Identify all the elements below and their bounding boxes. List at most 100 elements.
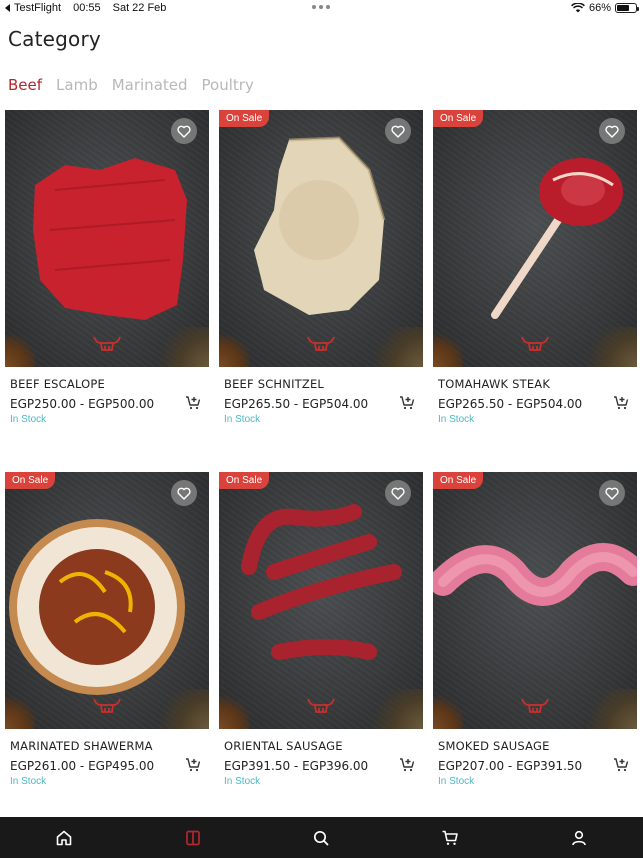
add-to-cart-button[interactable] [399, 395, 415, 411]
brand-bull-logo-icon [521, 336, 549, 351]
status-time: 00:55 [73, 2, 101, 14]
product-image[interactable] [5, 110, 209, 367]
product-name[interactable]: ORIENTAL SAUSAGE [224, 739, 343, 753]
add-to-cart-icon [400, 758, 415, 772]
search-icon [314, 830, 329, 845]
stock-status: In Stock [438, 414, 475, 425]
favorite-button[interactable] [171, 480, 197, 506]
product-name[interactable]: MARINATED SHAWERMA [10, 739, 153, 753]
product-price: EGP207.00 - EGP391.50 [438, 759, 583, 773]
on-sale-badge: On Sale [219, 472, 270, 489]
add-to-cart-button[interactable] [185, 757, 201, 773]
brand-bull-logo-icon [307, 336, 335, 351]
product-price: EGP391.50 - EGP396.00 [224, 759, 369, 773]
product-image[interactable] [219, 110, 423, 367]
decor-herb [433, 689, 463, 729]
product-name[interactable]: TOMAHAWK STEAK [438, 377, 550, 391]
product-card[interactable]: On Sale MARINATED SHAWERMA EGP261.00 - EGP… [5, 472, 209, 792]
product-image[interactable] [5, 472, 209, 729]
status-date: Sat 22 Feb [112, 2, 167, 14]
brand-bull-logo-icon [93, 336, 121, 351]
decor-herb [5, 689, 35, 729]
on-sale-badge: On Sale [219, 110, 270, 127]
nav-home[interactable] [44, 823, 84, 853]
product-image[interactable] [219, 472, 423, 729]
heart-icon [177, 487, 191, 500]
brand-bull-logo-icon [93, 698, 121, 713]
decor-herb [149, 327, 209, 367]
home-icon [56, 830, 72, 845]
nav-search[interactable] [301, 823, 341, 853]
add-to-cart-icon [186, 396, 201, 410]
decor-herb [363, 327, 423, 367]
tab-marinated[interactable]: Marinated [112, 76, 188, 94]
product-name[interactable]: SMOKED SAUSAGE [438, 739, 550, 753]
tab-beef[interactable]: Beef [8, 76, 42, 94]
favorite-button[interactable] [171, 118, 197, 144]
category-tabs: Beef Lamb Marinated Poultry [8, 76, 268, 94]
heart-icon [391, 125, 405, 138]
tab-poultry[interactable]: Poultry [202, 76, 254, 94]
product-card[interactable]: BEEF ESCALOPE EGP250.00 - EGP500.00 In Sto… [5, 110, 209, 430]
brand-bull-logo-icon [521, 698, 549, 713]
add-to-cart-button[interactable] [399, 757, 415, 773]
decor-herb [577, 689, 637, 729]
decor-herb [577, 327, 637, 367]
bottom-nav [0, 817, 643, 858]
favorite-button[interactable] [599, 118, 625, 144]
product-price: EGP265.50 - EGP504.00 [438, 397, 583, 411]
add-to-cart-icon [186, 758, 201, 772]
decor-herb [149, 689, 209, 729]
stock-status: In Stock [224, 776, 261, 787]
status-left: TestFlight 00:55 Sat 22 Feb [5, 2, 166, 14]
back-app-label: TestFlight [14, 2, 62, 14]
back-arrow-icon [5, 4, 10, 12]
product-card[interactable]: On Sale ORIENTAL SAUSAGE EGP391.50 - EGP39… [219, 472, 423, 792]
product-name[interactable]: BEEF SCHNITZEL [224, 377, 324, 391]
on-sale-badge: On Sale [433, 472, 484, 489]
add-to-cart-button[interactable] [613, 395, 629, 411]
on-sale-badge: On Sale [433, 110, 484, 127]
add-to-cart-icon [614, 758, 629, 772]
nav-account[interactable] [559, 823, 599, 853]
product-image[interactable] [433, 472, 637, 729]
stock-status: In Stock [224, 414, 261, 425]
stock-status: In Stock [438, 776, 475, 787]
add-to-cart-icon [400, 396, 415, 410]
add-to-cart-button[interactable] [185, 395, 201, 411]
product-name[interactable]: BEEF ESCALOPE [10, 377, 105, 391]
product-card[interactable]: On Sale SMOKED SAUSAGE EGP207.00 - EGP391.… [433, 472, 637, 792]
stock-status: In Stock [10, 776, 47, 787]
favorite-button[interactable] [599, 480, 625, 506]
tab-lamb[interactable]: Lamb [56, 76, 98, 94]
on-sale-badge: On Sale [5, 472, 56, 489]
stock-status: In Stock [10, 414, 47, 425]
add-to-cart-button[interactable] [613, 757, 629, 773]
wifi-icon [571, 3, 585, 13]
decor-herb [219, 689, 249, 729]
multitasking-dots-icon[interactable] [312, 5, 330, 9]
categories-icon [186, 830, 200, 845]
product-image[interactable] [433, 110, 637, 367]
product-card[interactable]: On Sale TOMAHAWK STEAK EGP265.50 - EGP504.… [433, 110, 637, 430]
cart-icon [442, 830, 458, 845]
product-price: EGP261.00 - EGP495.00 [10, 759, 155, 773]
product-price: EGP265.50 - EGP504.00 [224, 397, 369, 411]
account-icon [571, 830, 586, 845]
status-right: 66% [571, 2, 639, 14]
back-to-app-link[interactable]: TestFlight [5, 2, 61, 14]
brand-bull-logo-icon [307, 698, 335, 713]
product-card[interactable]: On Sale BEEF SCHNITZEL EGP265.50 - EGP504.… [219, 110, 423, 430]
decor-herb [433, 327, 463, 367]
decor-herb [363, 689, 423, 729]
page-title: Category [8, 27, 101, 51]
decor-herb [5, 327, 35, 367]
nav-categories[interactable] [173, 823, 213, 853]
favorite-button[interactable] [385, 480, 411, 506]
heart-icon [177, 125, 191, 138]
add-to-cart-icon [614, 396, 629, 410]
favorite-button[interactable] [385, 118, 411, 144]
product-price: EGP250.00 - EGP500.00 [10, 397, 155, 411]
battery-percent: 66% [588, 2, 611, 14]
nav-cart[interactable] [430, 823, 470, 853]
